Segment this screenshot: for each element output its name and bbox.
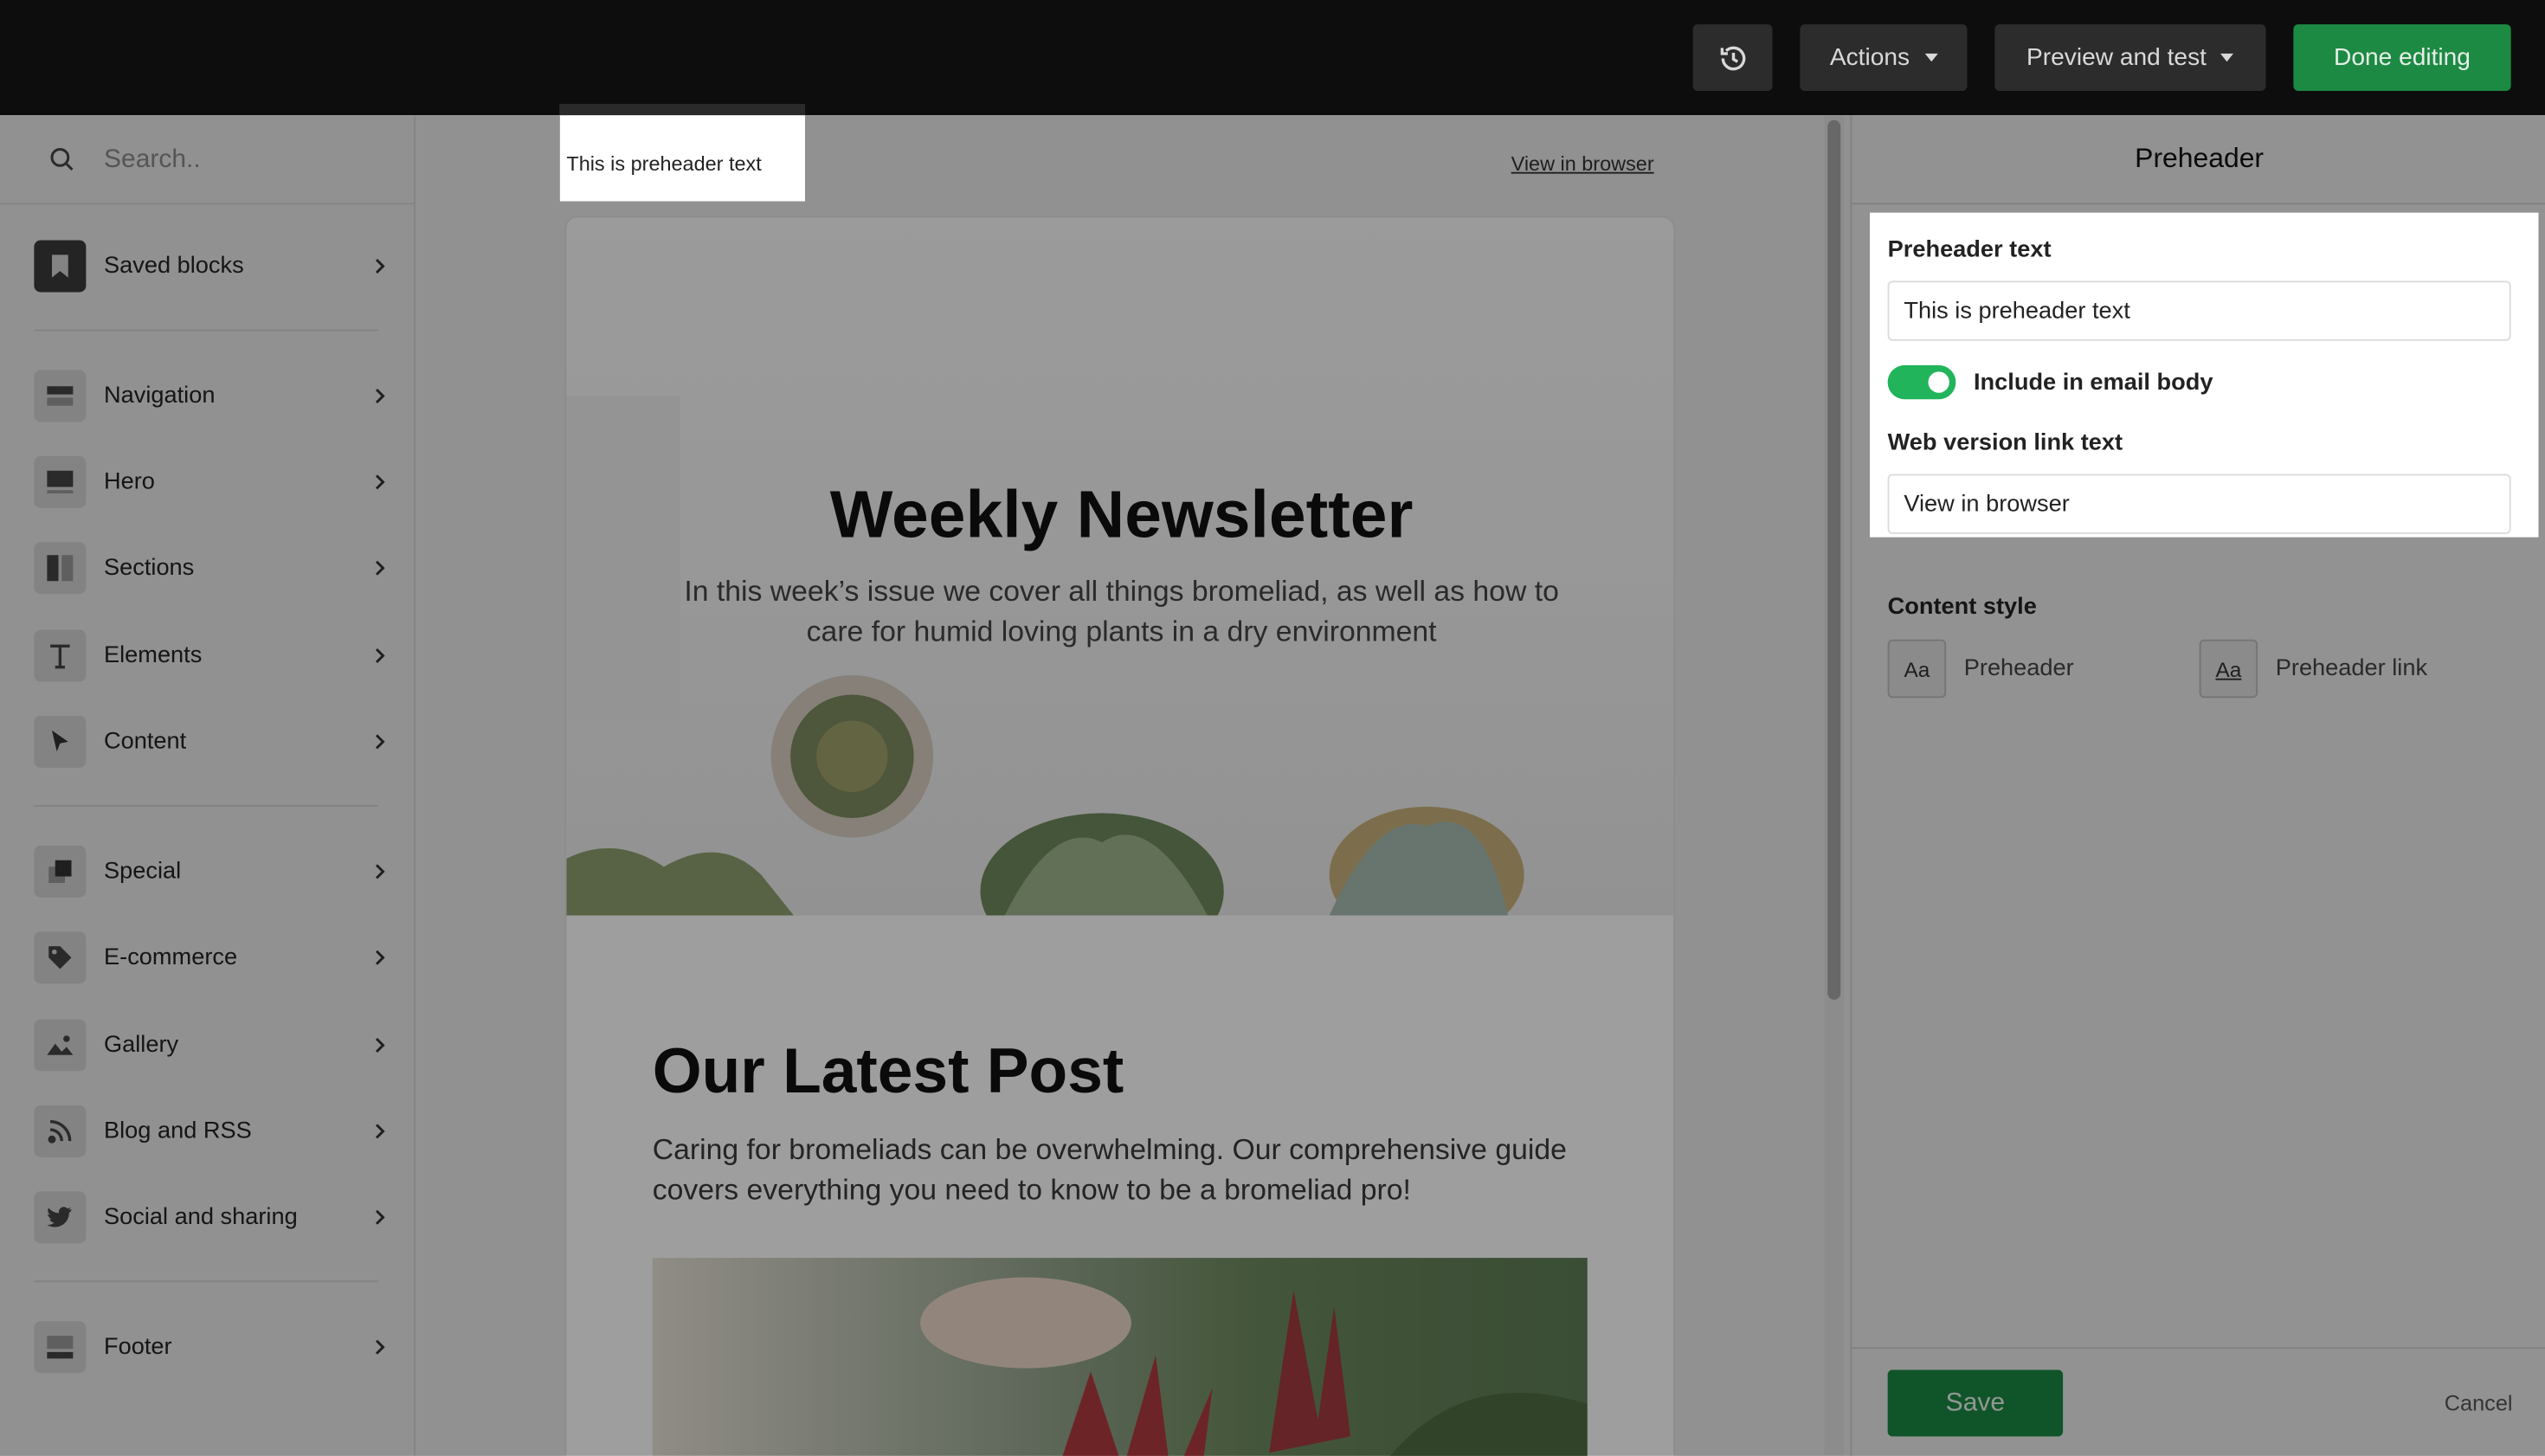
chevron-right-icon [375,1209,385,1225]
web-version-link-label: Web version link text [1887,429,2123,456]
history-button[interactable] [1692,24,1773,91]
web-version-link-input[interactable] [1887,474,2511,534]
chevron-right-icon [375,864,385,879]
done-editing-button[interactable]: Done editing [2293,24,2511,91]
sidebar-item-label: Navigation [104,383,216,409]
sidebar-item-label: Saved blocks [104,253,244,280]
chevron-right-icon [375,647,385,664]
chevron-down-icon [1923,53,1937,62]
rss-icon [34,1105,87,1157]
chevron-right-icon [375,734,385,750]
preview-label: Preview and test [2026,43,2207,72]
post-title: Our Latest Post [652,1037,1124,1107]
sidebar-item-label: Sections [104,555,195,582]
chevron-right-icon [375,388,385,404]
sidebar-item-label: Hero [104,468,155,495]
block-sidebar: Saved blocks Navigation Hero Sections [0,115,416,1456]
link-style-icon: Aa [2199,639,2258,699]
style-preheader[interactable]: Aa Preheader [1887,639,2074,699]
save-button[interactable]: Save [1887,1369,2064,1437]
preheader-text: This is preheader text [566,152,762,176]
actions-label: Actions [1829,43,1910,72]
image-icon [34,1019,87,1072]
style-preheader-link[interactable]: Aa Preheader link [2199,639,2428,699]
chevron-right-icon [375,1124,385,1139]
sidebar-item-footer[interactable]: Footer [34,1319,391,1375]
text-style-icon: Aa [1887,639,1947,699]
post-body: Caring for bromeliads can be overwhelmin… [652,1132,1567,1207]
sidebar-item-label: Special [104,858,182,885]
actions-dropdown[interactable]: Actions [1800,24,1968,91]
search-icon [50,148,74,171]
post-image[interactable] [652,1258,1588,1456]
top-bar: Actions Preview and test Done editing [0,0,2545,116]
sidebar-item-special[interactable]: Special [34,844,391,899]
sidebar-item-sections[interactable]: Sections [34,540,391,596]
divider [34,805,378,807]
hero-block[interactable]: Weekly Newsletter In this week’s issue w… [566,217,1674,916]
sidebar-item-e-commerce[interactable]: E-commerce [34,930,391,985]
hero-title: Weekly Newsletter [829,477,1414,552]
chevron-right-icon [375,950,385,965]
email-body: Weekly Newsletter In this week’s issue w… [564,216,1675,1456]
cancel-button[interactable]: Cancel [2445,1391,2513,1415]
search-input[interactable] [104,141,380,181]
sidebar-item-elements[interactable]: Elements [34,628,391,684]
chevron-right-icon [375,258,385,274]
twitter-icon [34,1191,87,1244]
footer-block-icon [34,1321,87,1374]
sidebar-item-label: Social and sharing [104,1204,298,1231]
sidebar-item-content[interactable]: Content [34,714,391,770]
text-icon [34,629,87,682]
panel-title: Preheader [1852,115,2545,205]
history-icon [1719,45,1745,70]
sidebar-item-saved-blocks[interactable]: Saved blocks [34,239,391,294]
chevron-right-icon [375,560,385,576]
scrollbar[interactable] [1827,119,1841,1000]
sidebar-item-gallery[interactable]: Gallery [34,1018,391,1073]
preheader-text-input[interactable] [1887,280,2511,341]
style-preheader-link-label: Preheader link [2275,655,2428,682]
style-preheader-label: Preheader [1963,655,2074,682]
hero-subtitle: In this week’s issue we cover all things… [684,574,1559,648]
navigation-block-icon [34,370,87,422]
sidebar-item-label: Gallery [104,1032,179,1059]
content-style-heading: Content style [1887,594,2037,621]
sidebar-item-blog-and-rss[interactable]: Blog and RSS [34,1104,391,1159]
sidebar-item-navigation[interactable]: Navigation [34,369,391,424]
preheader-settings-card: Preheader text Include in email body Web… [1870,212,2539,538]
email-editor: Actions Preview and test Done editing Sa… [0,0,2545,1456]
email-canvas: View in browser Weekly Newsletter In thi… [416,115,1851,1456]
preheader-text-label: Preheader text [1887,236,2052,263]
hero-plants-image [566,396,1524,916]
sidebar-item-label: Elements [104,642,203,669]
bromeliad-photo [920,1277,1588,1456]
include-in-body-label: Include in email body [1974,370,2213,396]
include-in-body-toggle[interactable] [1887,364,1956,400]
panel-footer: Save Cancel [1852,1347,2545,1456]
sidebar-item-social-and-sharing[interactable]: Social and sharing [34,1189,391,1245]
chevron-down-icon [2220,53,2234,62]
special-icon [34,845,87,898]
hero-block-icon [34,455,87,508]
sections-icon [34,542,87,595]
bookmark-icon [34,240,87,293]
sidebar-item-label: Content [104,728,187,755]
sidebar-item-label: Blog and RSS [104,1118,252,1144]
tag-icon [34,931,87,984]
sidebar-item-label: Footer [104,1334,172,1361]
divider [34,1280,378,1283]
chevron-right-icon [375,474,385,490]
preview-and-test-dropdown[interactable]: Preview and test [1994,24,2266,91]
preheader-block[interactable]: This is preheader text [559,104,805,202]
view-in-browser-link[interactable]: View in browser [1511,152,1654,175]
cursor-icon [34,715,87,768]
sidebar-item-label: E-commerce [104,944,238,971]
chevron-right-icon [375,1339,385,1355]
search-bar [0,115,415,205]
chevron-right-icon [375,1037,385,1053]
sidebar-item-hero[interactable]: Hero [34,454,391,510]
divider [34,329,378,332]
